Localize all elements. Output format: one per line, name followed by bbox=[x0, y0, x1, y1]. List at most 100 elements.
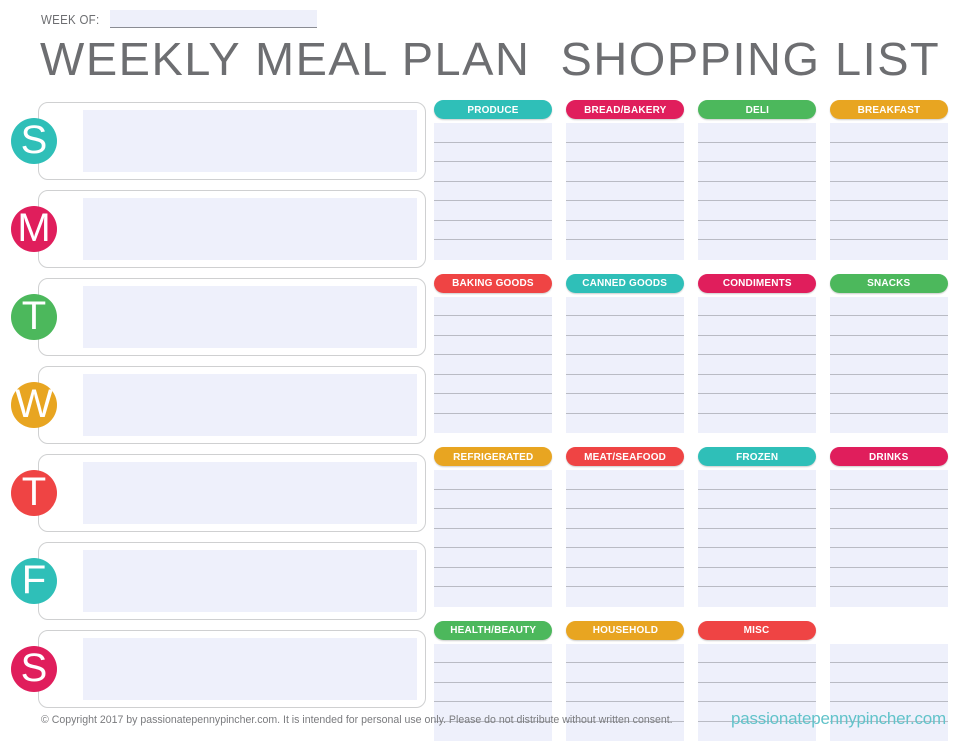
write-line[interactable] bbox=[566, 297, 684, 316]
footer-brand-link[interactable]: passionatepennypincher.com bbox=[731, 709, 946, 729]
write-line[interactable] bbox=[698, 162, 816, 182]
write-line[interactable] bbox=[434, 470, 552, 490]
write-line[interactable] bbox=[830, 509, 948, 529]
write-line[interactable] bbox=[566, 240, 684, 260]
write-line[interactable] bbox=[698, 221, 816, 240]
category-write-lines[interactable] bbox=[434, 643, 552, 741]
write-line[interactable] bbox=[434, 568, 552, 587]
write-line[interactable] bbox=[434, 644, 552, 663]
write-line[interactable] bbox=[698, 375, 816, 394]
write-line[interactable] bbox=[434, 355, 552, 375]
category-write-lines[interactable] bbox=[434, 296, 552, 434]
write-line[interactable] bbox=[434, 375, 552, 394]
meal-entry-input[interactable] bbox=[83, 110, 417, 172]
write-line[interactable] bbox=[434, 394, 552, 414]
write-line[interactable] bbox=[566, 663, 684, 683]
write-line[interactable] bbox=[566, 123, 684, 143]
category-write-lines[interactable] bbox=[566, 470, 684, 607]
write-line[interactable] bbox=[698, 201, 816, 221]
write-line[interactable] bbox=[566, 221, 684, 240]
meal-entry-input[interactable] bbox=[83, 462, 417, 524]
write-line[interactable] bbox=[830, 143, 948, 162]
write-line[interactable] bbox=[830, 414, 948, 434]
category-write-lines[interactable] bbox=[434, 470, 552, 607]
write-line[interactable] bbox=[566, 355, 684, 375]
write-line[interactable] bbox=[566, 490, 684, 509]
write-line[interactable] bbox=[830, 683, 948, 702]
write-line[interactable] bbox=[698, 568, 816, 587]
category-write-lines[interactable] bbox=[566, 296, 684, 434]
write-line[interactable] bbox=[434, 414, 552, 434]
write-line[interactable] bbox=[434, 529, 552, 548]
write-line[interactable] bbox=[698, 336, 816, 355]
write-line[interactable] bbox=[566, 548, 684, 568]
category-write-lines[interactable] bbox=[566, 643, 684, 741]
write-line[interactable] bbox=[566, 568, 684, 587]
write-line[interactable] bbox=[830, 394, 948, 414]
write-line[interactable] bbox=[434, 143, 552, 162]
write-line[interactable] bbox=[434, 336, 552, 355]
write-line[interactable] bbox=[830, 162, 948, 182]
meal-entry-input[interactable] bbox=[83, 374, 417, 436]
write-line[interactable] bbox=[566, 587, 684, 607]
write-line[interactable] bbox=[434, 509, 552, 529]
write-line[interactable] bbox=[698, 509, 816, 529]
write-line[interactable] bbox=[566, 162, 684, 182]
write-line[interactable] bbox=[434, 123, 552, 143]
write-line[interactable] bbox=[698, 644, 816, 663]
write-line[interactable] bbox=[566, 316, 684, 336]
meal-entry-input[interactable] bbox=[83, 550, 417, 612]
category-write-lines[interactable] bbox=[830, 470, 948, 607]
write-line[interactable] bbox=[566, 683, 684, 702]
write-line[interactable] bbox=[830, 529, 948, 548]
write-line[interactable] bbox=[566, 529, 684, 548]
category-write-lines[interactable] bbox=[434, 123, 552, 260]
write-line[interactable] bbox=[566, 336, 684, 355]
write-line[interactable] bbox=[830, 336, 948, 355]
category-write-lines[interactable] bbox=[698, 296, 816, 434]
write-line[interactable] bbox=[434, 316, 552, 336]
write-line[interactable] bbox=[830, 548, 948, 568]
write-line[interactable] bbox=[566, 201, 684, 221]
write-line[interactable] bbox=[698, 548, 816, 568]
category-write-lines[interactable] bbox=[830, 296, 948, 434]
write-line[interactable] bbox=[566, 509, 684, 529]
write-line[interactable] bbox=[566, 414, 684, 434]
write-line[interactable] bbox=[434, 683, 552, 702]
write-line[interactable] bbox=[434, 201, 552, 221]
write-line[interactable] bbox=[434, 221, 552, 240]
write-line[interactable] bbox=[830, 644, 948, 663]
write-line[interactable] bbox=[434, 297, 552, 316]
write-line[interactable] bbox=[830, 201, 948, 221]
write-line[interactable] bbox=[830, 221, 948, 240]
write-line[interactable] bbox=[434, 240, 552, 260]
write-line[interactable] bbox=[434, 587, 552, 607]
write-line[interactable] bbox=[830, 587, 948, 607]
write-line[interactable] bbox=[830, 470, 948, 490]
meal-entry-input[interactable] bbox=[83, 638, 417, 700]
write-line[interactable] bbox=[698, 529, 816, 548]
write-line[interactable] bbox=[566, 394, 684, 414]
write-line[interactable] bbox=[434, 548, 552, 568]
meal-entry-input[interactable] bbox=[83, 198, 417, 260]
write-line[interactable] bbox=[698, 123, 816, 143]
meal-entry-input[interactable] bbox=[83, 286, 417, 348]
write-line[interactable] bbox=[698, 182, 816, 201]
category-write-lines[interactable] bbox=[830, 123, 948, 260]
write-line[interactable] bbox=[698, 394, 816, 414]
category-write-lines[interactable] bbox=[698, 123, 816, 260]
write-line[interactable] bbox=[830, 375, 948, 394]
category-write-lines[interactable] bbox=[566, 123, 684, 260]
write-line[interactable] bbox=[566, 182, 684, 201]
write-line[interactable] bbox=[830, 568, 948, 587]
write-line[interactable] bbox=[698, 663, 816, 683]
write-line[interactable] bbox=[698, 683, 816, 702]
write-line[interactable] bbox=[698, 414, 816, 434]
write-line[interactable] bbox=[830, 182, 948, 201]
write-line[interactable] bbox=[830, 123, 948, 143]
write-line[interactable] bbox=[830, 240, 948, 260]
write-line[interactable] bbox=[566, 644, 684, 663]
write-line[interactable] bbox=[698, 297, 816, 316]
write-line[interactable] bbox=[434, 490, 552, 509]
write-line[interactable] bbox=[434, 162, 552, 182]
